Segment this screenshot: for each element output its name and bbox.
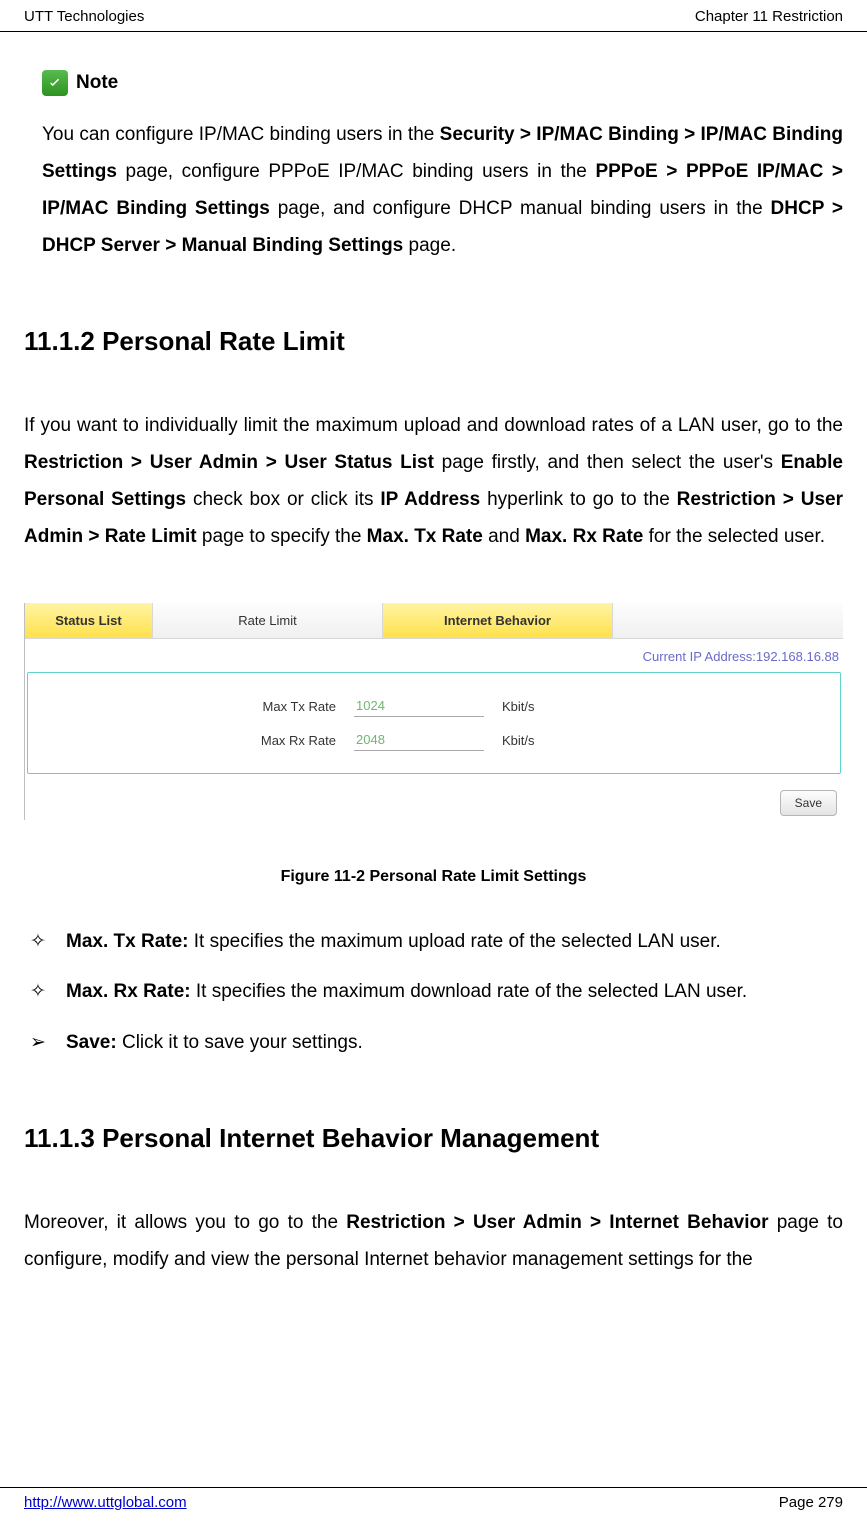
tab-internet-behavior[interactable]: Internet Behavior	[383, 603, 613, 638]
note-seg2: page, configure PPPoE IP/MAC binding use…	[126, 161, 596, 182]
max-tx-input[interactable]	[354, 695, 484, 717]
page-content: Note You can configure IP/MAC binding us…	[0, 32, 867, 1278]
max-tx-row: Max Tx Rate Kbit/s	[58, 689, 810, 723]
page-footer: http://www.uttglobal.com Page 279	[0, 1487, 867, 1523]
s112-b5: Max. Tx Rate	[367, 526, 483, 547]
s112-seg7: for the selected user.	[649, 526, 825, 547]
note-body: You can configure IP/MAC binding users i…	[24, 116, 843, 264]
s112-b1: Restriction > User Admin > User Status L…	[24, 452, 434, 473]
s112-seg1: If you want to individually limit the ma…	[24, 415, 843, 436]
bullet-tx-t: It specifies the maximum upload rate of …	[194, 931, 721, 952]
check-icon	[42, 70, 68, 96]
bullet-save-t: Click it to save your settings.	[122, 1032, 363, 1053]
tabs-row: Status List Rate Limit Internet Behavior	[25, 603, 843, 639]
bullet-save-b: Save:	[66, 1032, 117, 1053]
max-rx-input[interactable]	[354, 729, 484, 751]
bullet-rx-rate: ✧ Max. Rx Rate: It specifies the maximum…	[26, 974, 843, 1010]
note-seg4: page.	[409, 235, 457, 256]
header-left: UTT Technologies	[24, 8, 144, 25]
footer-url[interactable]: http://www.uttglobal.com	[24, 1494, 187, 1511]
bullet-list: ✧ Max. Tx Rate: It specifies the maximum…	[24, 924, 843, 1060]
s113-seg1: Moreover, it allows you to go to the	[24, 1212, 346, 1233]
max-tx-unit: Kbit/s	[484, 699, 535, 714]
max-rx-unit: Kbit/s	[484, 733, 535, 748]
s112-seg3: check box or click its	[193, 489, 380, 510]
rate-limit-form: Max Tx Rate Kbit/s Max Rx Rate Kbit/s	[27, 672, 841, 774]
section-11-1-3-title: 11.1.3 Personal Internet Behavior Manage…	[24, 1123, 843, 1154]
tab-status-list[interactable]: Status List	[25, 603, 153, 638]
bullet-text: Max. Tx Rate: It specifies the maximum u…	[66, 924, 843, 960]
s112-b6: Max. Rx Rate	[525, 526, 643, 547]
s112-seg4: hyperlink to go to the	[487, 489, 677, 510]
save-button[interactable]: Save	[780, 790, 837, 816]
bullet-rx-t: It specifies the maximum download rate o…	[196, 981, 747, 1002]
bullet-text: Max. Rx Rate: It specifies the maximum d…	[66, 974, 843, 1010]
bullet-save: ➢ Save: Click it to save your settings.	[26, 1025, 843, 1061]
bullet-tx-rate: ✧ Max. Tx Rate: It specifies the maximum…	[26, 924, 843, 960]
tab-rate-limit[interactable]: Rate Limit	[153, 603, 383, 638]
bullet-rx-b: Max. Rx Rate:	[66, 981, 191, 1002]
arrow-icon: ➢	[26, 1025, 66, 1061]
s112-seg5: page to specify the	[202, 526, 367, 547]
s112-b3: IP Address	[380, 489, 480, 510]
header-right: Chapter 11 Restriction	[695, 8, 843, 25]
bullet-text: Save: Click it to save your settings.	[66, 1025, 843, 1061]
s112-seg2: page firstly, and then select the user's	[442, 452, 781, 473]
bullet-tx-b: Max. Tx Rate:	[66, 931, 188, 952]
section-11-1-2-title: 11.1.2 Personal Rate Limit	[24, 326, 843, 357]
figure-caption: Figure 11-2 Personal Rate Limit Settings	[24, 868, 843, 886]
max-rx-label: Max Rx Rate	[58, 733, 354, 748]
page-header: UTT Technologies Chapter 11 Restriction	[0, 0, 867, 32]
s113-b1: Restriction > User Admin > Internet Beha…	[346, 1212, 768, 1233]
s112-seg6: and	[488, 526, 525, 547]
section-11-1-3-para: Moreover, it allows you to go to the Res…	[24, 1204, 843, 1278]
rate-limit-figure: Status List Rate Limit Internet Behavior…	[24, 603, 843, 820]
tab-filler	[613, 603, 843, 638]
diamond-icon: ✧	[26, 974, 66, 1010]
max-rx-row: Max Rx Rate Kbit/s	[58, 723, 810, 757]
note-header: Note	[24, 70, 843, 96]
note-label: Note	[76, 72, 118, 94]
note-seg3: page, and configure DHCP manual binding …	[278, 198, 771, 219]
section-11-1-2-para: If you want to individually limit the ma…	[24, 407, 843, 555]
current-ip-address: Current IP Address:192.168.16.88	[25, 639, 843, 670]
footer-page: Page 279	[779, 1494, 843, 1511]
max-tx-label: Max Tx Rate	[58, 699, 354, 714]
save-row: Save	[25, 780, 843, 820]
diamond-icon: ✧	[26, 924, 66, 960]
note-seg1: You can configure IP/MAC binding users i…	[42, 124, 440, 145]
